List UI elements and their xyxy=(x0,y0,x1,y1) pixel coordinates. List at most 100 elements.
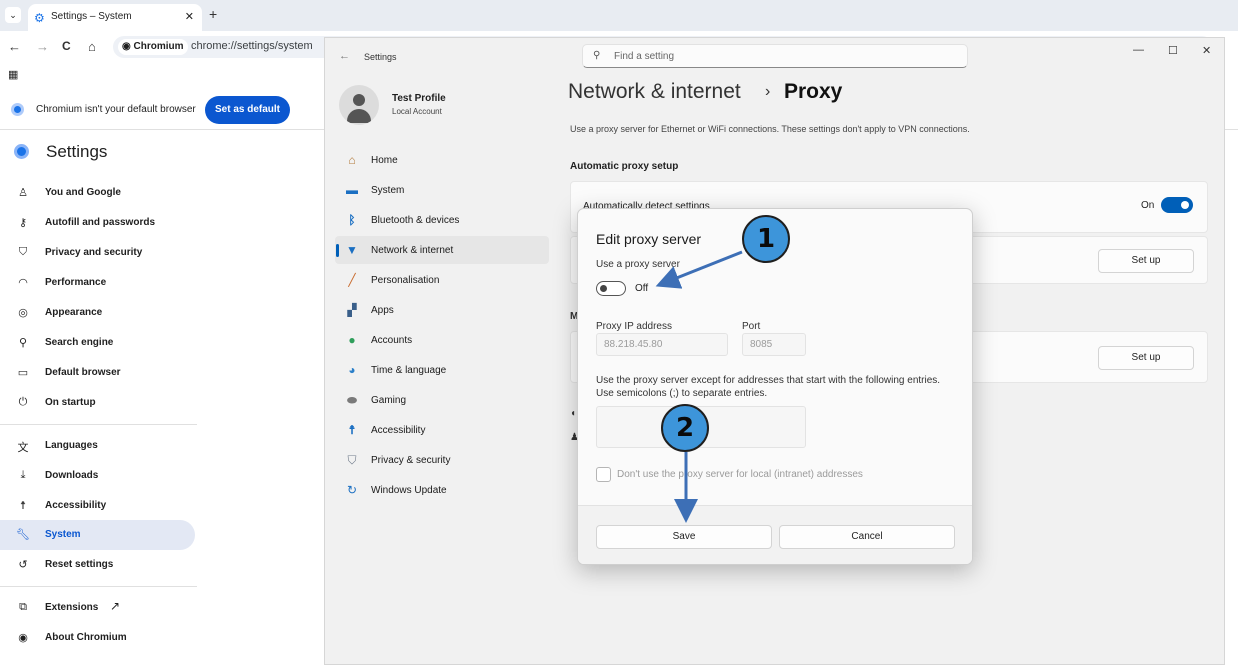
nav-item-label: Personalisation xyxy=(371,275,440,286)
sidebar-item-on-startup[interactable]: ⏻ On startup xyxy=(0,388,195,418)
toggle-state-label: On xyxy=(1141,200,1155,211)
reload-icon[interactable]: C xyxy=(62,39,71,53)
nav-item-accounts[interactable]: ● Accounts xyxy=(335,326,549,354)
sidebar-item-you-and-google[interactable]: ♙ You and Google xyxy=(0,178,195,208)
monitor-icon: ▬ xyxy=(346,183,358,197)
auto-detect-toggle[interactable] xyxy=(1161,197,1193,213)
sidebar-item-extensions[interactable]: ⧉ Extensions ↗ xyxy=(0,593,195,623)
apps-grid-icon[interactable]: ▦ xyxy=(8,68,18,81)
setup-script-button[interactable]: Set up xyxy=(1098,249,1194,273)
nav-item-accessibility[interactable]: ☨ Accessibility xyxy=(335,416,549,444)
shield-icon: ⛉ xyxy=(347,453,357,467)
sidebar-item-label: Privacy and security xyxy=(45,247,143,258)
nav-item-privacy[interactable]: ⛉ Privacy & security xyxy=(335,446,549,474)
sidebar-item-downloads[interactable]: ⤓ Downloads xyxy=(0,461,195,491)
nav-item-windows-update[interactable]: ↻ Windows Update xyxy=(335,476,549,504)
sidebar-item-label: Downloads xyxy=(45,470,99,481)
save-button[interactable]: Save xyxy=(596,525,772,549)
sidebar-item-label: Appearance xyxy=(45,307,103,318)
sidebar-item-label: Autofill and passwords xyxy=(45,217,156,228)
nav-item-system[interactable]: ▬ System xyxy=(335,176,549,204)
sidebar-item-default-browser[interactable]: ▭ Default browser xyxy=(0,358,195,388)
chromium-logo-icon xyxy=(14,144,29,159)
browser-icon: ▭ xyxy=(17,367,29,379)
back-arrow-icon[interactable]: ← xyxy=(8,39,21,54)
sidebar-item-reset[interactable]: ↺ Reset settings xyxy=(0,550,195,580)
page-description: Use a proxy server for Ethernet or WiFi … xyxy=(570,124,970,134)
manual-setup-button[interactable]: Set up xyxy=(1098,346,1194,370)
account-icon: ● xyxy=(348,333,356,347)
port-input[interactable]: 8085 xyxy=(742,333,806,356)
new-tab-button[interactable]: + xyxy=(209,6,217,22)
wifi-icon: ▼ xyxy=(346,243,358,257)
cancel-button[interactable]: Cancel xyxy=(779,525,955,549)
chip-label: Chromium xyxy=(133,41,184,52)
chromium-icon: ◉ xyxy=(18,632,28,644)
person-icon: ♙ xyxy=(18,187,28,199)
external-link-icon: ↗ xyxy=(110,599,121,613)
nav-item-bluetooth[interactable]: ᛒ Bluetooth & devices xyxy=(335,206,549,234)
sidebar-item-autofill[interactable]: ⚷ Autofill and passwords xyxy=(0,208,195,238)
home-icon[interactable]: ⌂ xyxy=(88,39,96,54)
settings-title: Settings xyxy=(46,142,108,161)
forward-arrow-icon[interactable]: → xyxy=(36,39,49,54)
sidebar-item-label: Accessibility xyxy=(45,500,107,511)
search-icon: ⚲ xyxy=(593,50,601,61)
profile-name: Test Profile xyxy=(392,93,446,104)
bluetooth-icon: ᛒ xyxy=(348,213,356,227)
sidebar-item-appearance[interactable]: ◎ Appearance xyxy=(0,298,195,328)
help-icon: ◖ xyxy=(570,408,577,419)
breadcrumb-parent[interactable]: Network & internet xyxy=(568,80,741,104)
site-chip[interactable]: ◉ Chromium xyxy=(118,39,188,55)
close-icon[interactable]: ✕ xyxy=(185,10,194,23)
nav-item-network[interactable]: ▼ Network & internet xyxy=(335,236,549,264)
use-proxy-toggle[interactable] xyxy=(596,281,626,296)
proxy-ip-label: Proxy IP address xyxy=(596,321,672,332)
nav-item-time-language[interactable]: ◕ Time & language xyxy=(335,356,549,384)
sidebar-item-label: Default browser xyxy=(45,367,121,378)
accessibility-icon: ☨ xyxy=(20,500,26,512)
nav-item-apps[interactable]: ▞ Apps xyxy=(335,296,549,324)
translate-icon: 文 xyxy=(17,442,29,454)
power-icon: ⏻ xyxy=(18,396,28,408)
find-setting-input[interactable]: ⚲ Find a setting xyxy=(582,44,968,68)
page-title: Proxy xyxy=(784,80,843,103)
accessibility-icon: ☨ xyxy=(348,423,356,437)
sidebar-item-performance[interactable]: ◠ Performance xyxy=(0,268,195,298)
sidebar-item-languages[interactable]: 文 Languages xyxy=(0,431,195,461)
set-as-default-button[interactable]: Set as default xyxy=(205,96,290,124)
palette-icon: ◎ xyxy=(18,307,28,319)
use-proxy-label: Use a proxy server xyxy=(596,259,680,270)
edit-proxy-dialog: Edit proxy server Use a proxy server Off… xyxy=(577,208,973,565)
divider xyxy=(0,586,197,587)
nav-item-home[interactable]: ⌂ Home xyxy=(335,146,549,174)
sidebar-item-accessibility[interactable]: ☨ Accessibility xyxy=(0,491,195,521)
tab-search-icon[interactable]: ⌄ xyxy=(5,7,21,23)
exceptions-hint: Use semicolons (;) to separate entries. xyxy=(596,388,768,399)
wrench-icon: 🔧︎ xyxy=(16,529,30,541)
nav-item-label: Windows Update xyxy=(371,485,447,496)
sidebar-item-about[interactable]: ◉ About Chromium xyxy=(0,623,195,653)
tab-settings-system[interactable]: ⚙ Settings – System ✕ xyxy=(28,4,202,31)
chromium-settings-sidebar: Settings ♙ You and Google ⚷ Autofill and p… xyxy=(0,131,325,665)
sidebar-item-privacy[interactable]: ⛉ Privacy and security xyxy=(0,238,195,268)
nav-item-gaming[interactable]: ⬬ Gaming xyxy=(335,386,549,414)
sidebar-item-search-engine[interactable]: ⚲ Search engine xyxy=(0,328,195,358)
sidebar-item-label: Extensions xyxy=(45,602,99,613)
avatar xyxy=(339,85,379,125)
close-icon[interactable]: ✕ xyxy=(1202,44,1211,57)
nav-item-personalisation[interactable]: ╱ Personalisation xyxy=(335,266,549,294)
infobar-text: Chromium isn't your default browser xyxy=(36,104,196,115)
minimize-icon[interactable]: — xyxy=(1133,44,1144,56)
section-heading-automatic: Automatic proxy setup xyxy=(570,161,679,172)
proxy-ip-input[interactable]: 88.218.45.80 xyxy=(596,333,728,356)
chromium-logo-icon xyxy=(11,103,24,116)
sidebar-item-system[interactable]: 🔧︎ System xyxy=(0,520,195,550)
profile-account-type: Local Account xyxy=(392,107,442,116)
maximize-icon[interactable]: ☐ xyxy=(1168,44,1178,57)
local-addresses-checkbox[interactable] xyxy=(596,467,611,482)
step-1-badge: 1 xyxy=(742,215,790,263)
url-text: chrome://settings/system xyxy=(191,40,313,52)
brush-icon: ╱ xyxy=(348,273,356,287)
back-arrow-icon[interactable]: ← xyxy=(339,50,350,62)
